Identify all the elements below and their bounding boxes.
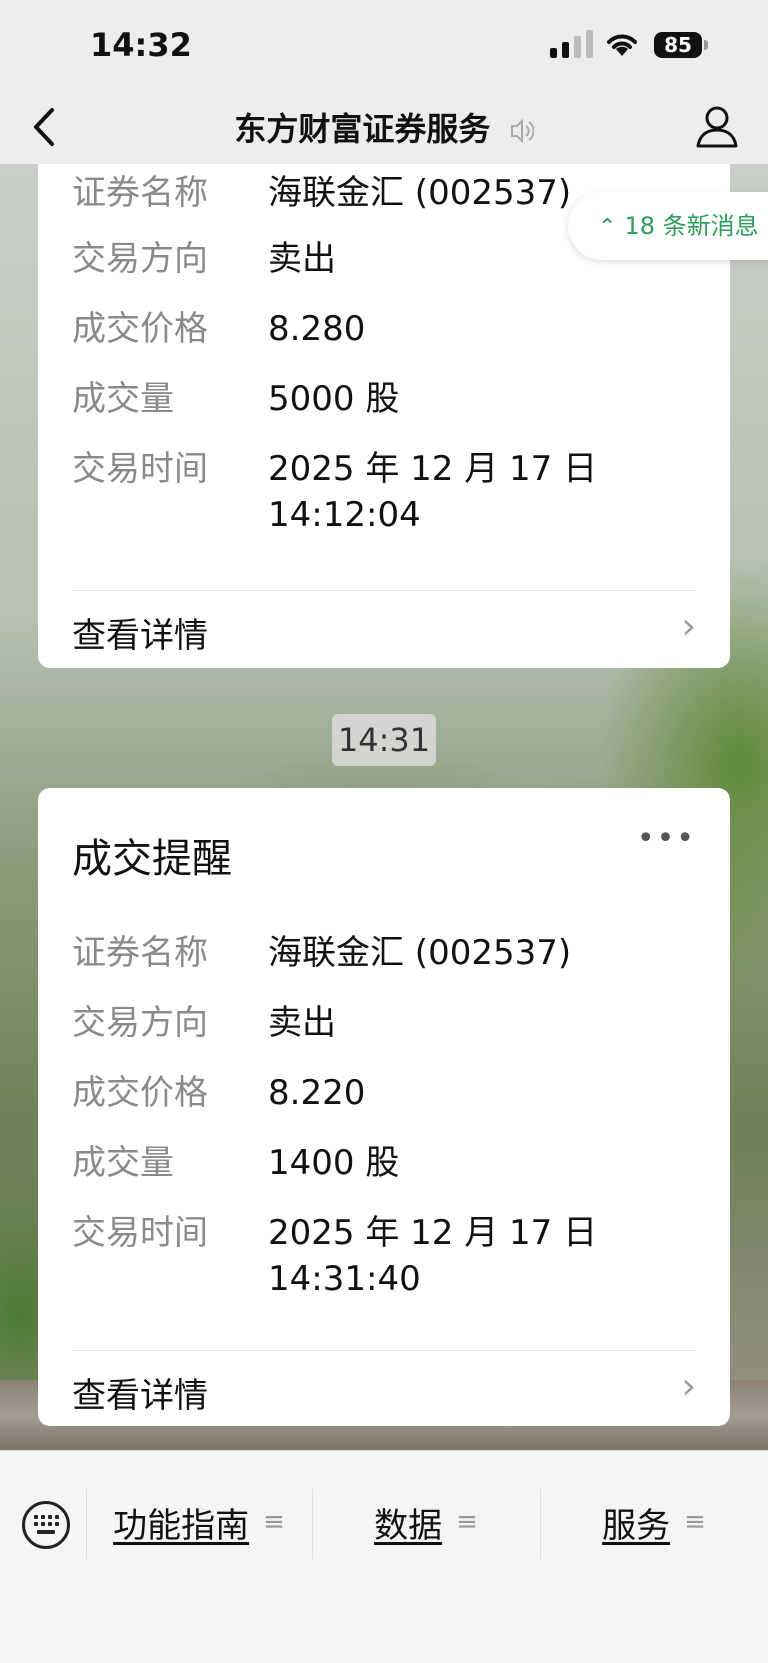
field-label: 成交量 xyxy=(72,1143,174,1183)
field-label: 交易方向 xyxy=(72,1003,208,1043)
field-value: 5000 股 xyxy=(268,379,400,419)
field-label: 成交量 xyxy=(72,379,174,419)
page-title: 东方财富证券服务 xyxy=(0,104,768,150)
divider xyxy=(72,590,696,591)
field-row: 成交量 5000 股 xyxy=(72,376,708,422)
field-value: 2025 年 12 月 17 日 14:12:04 xyxy=(268,449,598,535)
view-details-link[interactable]: 查看详情 xyxy=(72,608,208,657)
message-timestamp: 14:31 xyxy=(332,714,436,766)
new-messages-button[interactable]: ⌃ 18 条新消息 xyxy=(568,192,768,260)
hamburger-icon: ≡ xyxy=(263,1507,285,1537)
field-value: 8.280 xyxy=(268,309,366,349)
menu-label: 功能指南 xyxy=(113,1505,250,1546)
nav-bar: 东方财富证券服务 xyxy=(0,90,768,164)
double-chevron-up-icon: ⌃ xyxy=(598,215,617,240)
person-icon[interactable] xyxy=(692,102,742,152)
field-label: 交易方向 xyxy=(72,239,208,279)
ellipsis-icon[interactable]: ••• xyxy=(637,824,696,854)
field-label: 交易时间 xyxy=(72,1213,208,1253)
field-row: 成交量 1400 股 xyxy=(72,1140,708,1186)
field-row: 成交价格 8.220 xyxy=(72,1070,708,1116)
field-label: 成交价格 xyxy=(72,309,208,349)
field-row: 交易时间 2025 年 12 月 17 日 14:12:04 xyxy=(72,446,708,538)
field-row: 交易时间 2025 年 12 月 17 日 14:31:40 xyxy=(72,1210,708,1302)
battery-icon: 85 xyxy=(654,32,708,58)
menu-label: 数据 xyxy=(374,1505,443,1546)
field-row: 成交价格 8.280 xyxy=(72,306,708,352)
signal-icon xyxy=(550,30,593,58)
divider xyxy=(72,1350,696,1351)
field-value: 8.220 xyxy=(268,1073,366,1113)
page-title-text: 东方财富证券服务 xyxy=(234,110,491,148)
view-details-link[interactable]: 查看详情 xyxy=(72,1368,208,1417)
field-value: 卖出 xyxy=(268,1003,336,1043)
field-value: 1400 股 xyxy=(268,1143,400,1183)
hamburger-icon: ≡ xyxy=(456,1507,478,1537)
chevron-right-icon: › xyxy=(681,1366,696,1407)
chevron-right-icon: › xyxy=(681,606,696,647)
field-row: 证券名称 海联金汇 (002537) xyxy=(72,930,708,976)
card-title: 成交提醒 xyxy=(72,836,232,882)
field-row: 交易方向 卖出 xyxy=(72,1000,708,1046)
field-label: 成交价格 xyxy=(72,1073,208,1113)
status-time: 14:32 xyxy=(90,26,192,64)
speaker-icon xyxy=(510,118,534,144)
wifi-icon xyxy=(607,34,637,56)
hamburger-icon: ≡ xyxy=(684,1507,706,1537)
field-value: 海联金汇 (002537) xyxy=(268,933,572,973)
field-label: 证券名称 xyxy=(72,933,208,973)
menu-guide[interactable]: 功能指南 ≡ xyxy=(86,1471,312,1573)
trade-card: 成交提醒 ••• 证券名称 海联金汇 (002537) 交易方向 卖出 成交价格… xyxy=(38,788,730,1426)
field-label: 证券名称 xyxy=(72,173,208,213)
field-label: 交易时间 xyxy=(72,449,208,489)
bottom-menu-bar: 功能指南 ≡ 数据 ≡ 服务 ≡ xyxy=(0,1450,768,1663)
status-bar: 14:32 85 xyxy=(0,0,768,90)
menu-service[interactable]: 服务 ≡ xyxy=(540,1471,768,1573)
new-messages-label: 18 条新消息 xyxy=(624,212,759,240)
menu-data[interactable]: 数据 ≡ xyxy=(312,1471,540,1573)
keyboard-icon[interactable] xyxy=(22,1501,70,1549)
menu-label: 服务 xyxy=(602,1505,671,1546)
field-value: 2025 年 12 月 17 日 14:31:40 xyxy=(268,1213,598,1299)
